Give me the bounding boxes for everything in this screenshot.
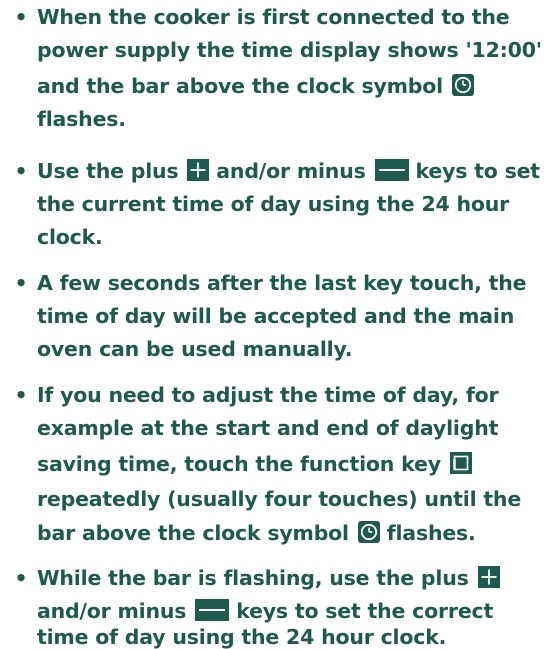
list-item-line-with-icon: and the bar above the clock symbol: [37, 74, 474, 98]
list-item-line-with-icon: While the bar is flashing, use the plus: [37, 566, 500, 590]
list-item-line-with-icon: and/or minus keys to set the correct: [37, 599, 493, 623]
list-item-text: saving time, touch the function key: [37, 452, 441, 476]
minus-icon: [195, 599, 230, 621]
list-item-line: flashes.: [37, 107, 126, 131]
list-item-text: While the bar is flashing, use the plus: [37, 566, 469, 590]
list-item-line: power supply the time display shows '12:…: [37, 38, 542, 62]
minus-icon: [374, 159, 409, 181]
list-item-line: time of day will be accepted and the mai…: [37, 304, 515, 328]
document-page: • When the cooker is first connected to …: [0, 0, 558, 649]
list-item-text: flashes.: [386, 521, 476, 545]
bullet-dot: •: [14, 159, 28, 183]
list-item-text: keys to set the correct: [236, 599, 494, 623]
list-item-line: A few seconds after the last key touch, …: [37, 271, 527, 295]
list-item-line: the current time of day using the 24 hou…: [37, 192, 510, 216]
list-item-line: clock.: [37, 225, 103, 249]
list-item-line: repeatedly (usually four touches) until …: [37, 487, 522, 511]
list-item-text: Use the plus: [37, 159, 179, 183]
list-item-line: If you need to adjust the time of day, f…: [37, 383, 499, 407]
list-item-line: example at the start and end of daylight: [37, 416, 499, 440]
list-item-text: and the bar above the clock symbol: [37, 74, 443, 98]
bullet-dot: •: [14, 566, 28, 590]
plus-icon: [477, 566, 500, 588]
clock-icon: [451, 74, 474, 96]
list-item-line-with-icon: saving time, touch the function key: [37, 452, 472, 476]
list-item-text: bar above the clock symbol: [37, 521, 349, 545]
list-item-line-with-icon: Use the plus and/or minus keys to set: [37, 159, 540, 183]
function-key-icon: [449, 452, 472, 474]
list-item-line-with-icon: bar above the clock symbol flashes.: [37, 521, 476, 545]
list-item-text: keys to set: [415, 159, 540, 183]
clock-icon: [357, 521, 380, 543]
bullet-dot: •: [14, 5, 28, 29]
bullet-dot: •: [14, 383, 28, 407]
plus-icon: [187, 159, 210, 181]
list-item-text: and/or minus: [37, 599, 187, 623]
list-item-line: When the cooker is first connected to th…: [37, 5, 510, 29]
list-item-text: and/or minus: [216, 159, 366, 183]
bullet-dot: •: [14, 271, 28, 295]
list-item-line: oven can be used manually.: [37, 337, 353, 361]
list-item-line: time of day using the 24 hour clock.: [37, 625, 447, 649]
